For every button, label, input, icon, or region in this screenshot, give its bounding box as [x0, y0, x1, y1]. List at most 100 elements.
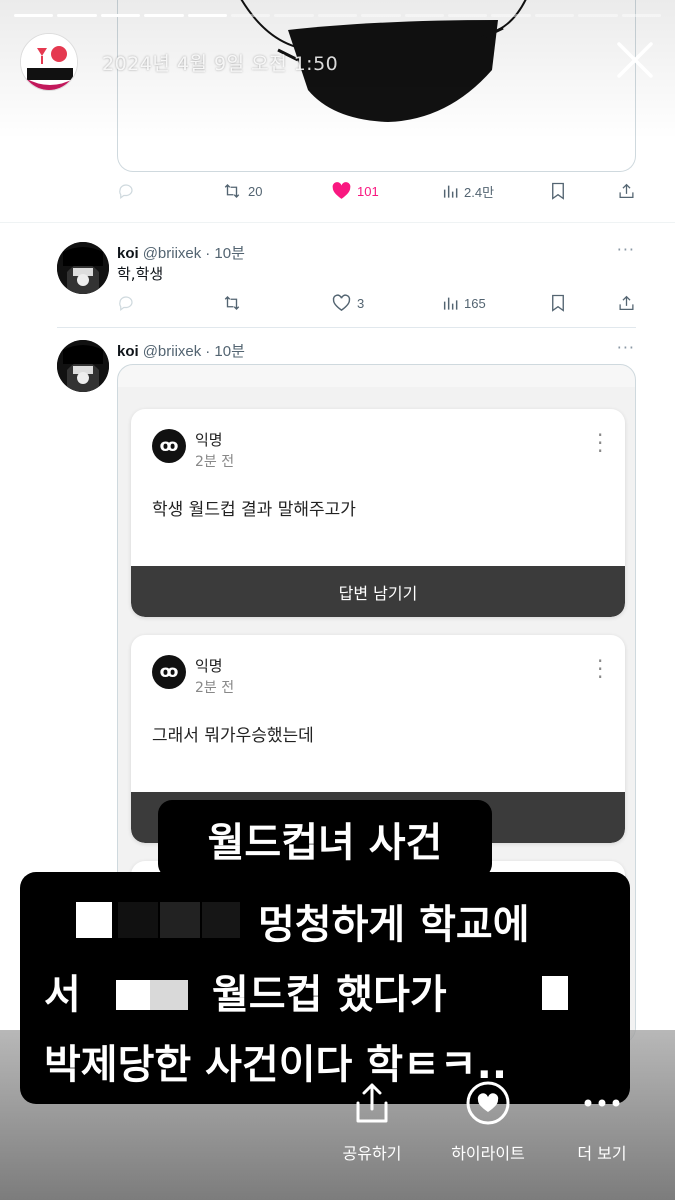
close-icon[interactable]	[615, 40, 655, 80]
retweet-icon	[224, 296, 240, 310]
tweet-time: · 10분	[205, 245, 245, 262]
tweet-header: koi @briixek · 10분	[117, 242, 245, 263]
avatar-image-icon	[57, 340, 109, 392]
card-time: 2분 전	[195, 454, 235, 470]
views-count: 165	[464, 295, 486, 311]
story-avatar[interactable]	[20, 33, 78, 91]
censor-block	[202, 902, 240, 938]
app-logo-icon: ꝏ	[152, 429, 186, 463]
app-logo-icon: ꝏ	[152, 655, 186, 689]
story-date: 2024년 4월 9일 오전 1:50	[102, 52, 339, 75]
views-button[interactable]: 165	[442, 295, 486, 311]
caption-line: 멍청하게 학교에	[258, 902, 530, 948]
heart-circle-icon	[465, 1080, 511, 1126]
bookmark-icon	[552, 182, 564, 200]
views-button[interactable]: 2.4만	[442, 182, 494, 201]
progress-segment	[578, 14, 618, 17]
thread-divider	[57, 327, 636, 328]
more-label: 더 보기	[577, 1144, 627, 1163]
more-options-icon[interactable]: ···	[617, 338, 635, 357]
tweet2-actions: 3 165	[117, 292, 636, 314]
user-handle[interactable]: @briixek	[143, 245, 202, 262]
question-card: ꝏ 익명 2분 전 · · · 학생 월드컵 결과 말해주고가 답변 남기기	[131, 409, 625, 617]
user-handle[interactable]: @briixek	[143, 343, 202, 360]
reply-icon	[119, 296, 133, 311]
censor-block	[542, 976, 568, 1010]
progress-segment	[57, 14, 97, 17]
bookmark-icon	[552, 294, 564, 312]
story-header: 2024년 4월 9일 오전 1:50	[20, 32, 655, 92]
display-name[interactable]: koi	[117, 245, 139, 262]
highlight-button[interactable]: 하이라이트	[445, 1080, 531, 1164]
kebab-menu-icon[interactable]: · · ·	[597, 651, 603, 687]
retweet-count: 20	[248, 183, 263, 199]
share-icon	[352, 1080, 392, 1126]
progress-segment	[231, 14, 271, 17]
views-count: 2.4만	[464, 184, 495, 200]
bookmark-button[interactable]	[550, 294, 566, 312]
views-icon	[443, 185, 458, 198]
bookmark-button[interactable]	[550, 182, 566, 200]
share-button[interactable]	[618, 294, 635, 312]
progress-segment	[274, 14, 314, 17]
card-author: 익명	[195, 657, 223, 675]
card-text: 그래서 뭐가우승했는데	[152, 726, 314, 746]
story-progress-bar	[14, 14, 662, 17]
reply-button[interactable]	[117, 294, 135, 312]
progress-segment	[361, 14, 401, 17]
share-label: 공유하기	[342, 1144, 402, 1163]
display-name[interactable]: koi	[117, 343, 139, 360]
censor-block	[150, 980, 188, 1010]
progress-segment	[404, 14, 445, 17]
highlight-label: 하이라이트	[451, 1144, 525, 1163]
card-author: 익명	[195, 431, 223, 449]
heart-filled-icon	[332, 182, 351, 199]
progress-segment	[187, 14, 228, 17]
retweet-button[interactable]	[222, 294, 242, 312]
progress-segment	[491, 14, 531, 17]
caption-line: 서	[44, 972, 81, 1018]
avatar[interactable]	[57, 242, 109, 294]
censor-block	[116, 980, 150, 1010]
progress-segment	[317, 14, 358, 17]
retweet-icon	[224, 184, 240, 198]
progress-segment	[621, 14, 662, 17]
share-icon	[619, 183, 634, 199]
tweet-header: koi @briixek · 10분	[117, 340, 245, 361]
avatar[interactable]	[57, 340, 109, 392]
like-count: 3	[357, 295, 365, 311]
reply-button[interactable]	[117, 182, 135, 200]
more-dots-icon	[582, 1080, 622, 1126]
retweet-button[interactable]: 20	[222, 182, 262, 200]
progress-segment	[144, 14, 184, 17]
like-button[interactable]: 3	[332, 294, 364, 312]
progress-segment	[100, 14, 141, 17]
tweet-time: · 10분	[205, 343, 245, 360]
kebab-menu-icon[interactable]: · · ·	[597, 425, 603, 461]
caption-line: 박제당한 사건이다 학ㅌㅋ..	[44, 1042, 508, 1088]
caption-body: 멍청하게 학교에 서 월드컵 했다가 박제당한 사건이다 학ㅌㅋ..	[20, 872, 630, 1104]
progress-segment	[534, 14, 575, 17]
share-icon	[619, 295, 634, 311]
divider	[0, 222, 675, 223]
like-button[interactable]: 101	[332, 182, 379, 200]
card-time: 2분 전	[195, 680, 235, 696]
caption-title: 월드컵녀 사건	[158, 800, 492, 878]
reply-answer-button[interactable]: 답변 남기기	[131, 566, 625, 617]
censor-block	[118, 902, 158, 938]
like-count: 101	[357, 183, 379, 199]
censor-block	[160, 902, 200, 938]
tweet1-actions: 20 101 2.4만	[117, 180, 636, 202]
share-story-button[interactable]: 공유하기	[336, 1080, 408, 1164]
views-icon	[443, 297, 458, 310]
more-button[interactable]: 더 보기	[570, 1080, 634, 1164]
card-text: 학생 월드컵 결과 말해주고가	[152, 500, 356, 520]
tweet-text: 학,학생	[117, 265, 164, 283]
reply-icon	[119, 184, 133, 199]
censor-block	[76, 902, 112, 938]
share-button[interactable]	[618, 182, 635, 200]
progress-segment	[14, 14, 54, 17]
avatar-image-icon	[57, 242, 109, 294]
progress-segment	[448, 14, 488, 17]
more-options-icon[interactable]: ···	[617, 240, 635, 259]
